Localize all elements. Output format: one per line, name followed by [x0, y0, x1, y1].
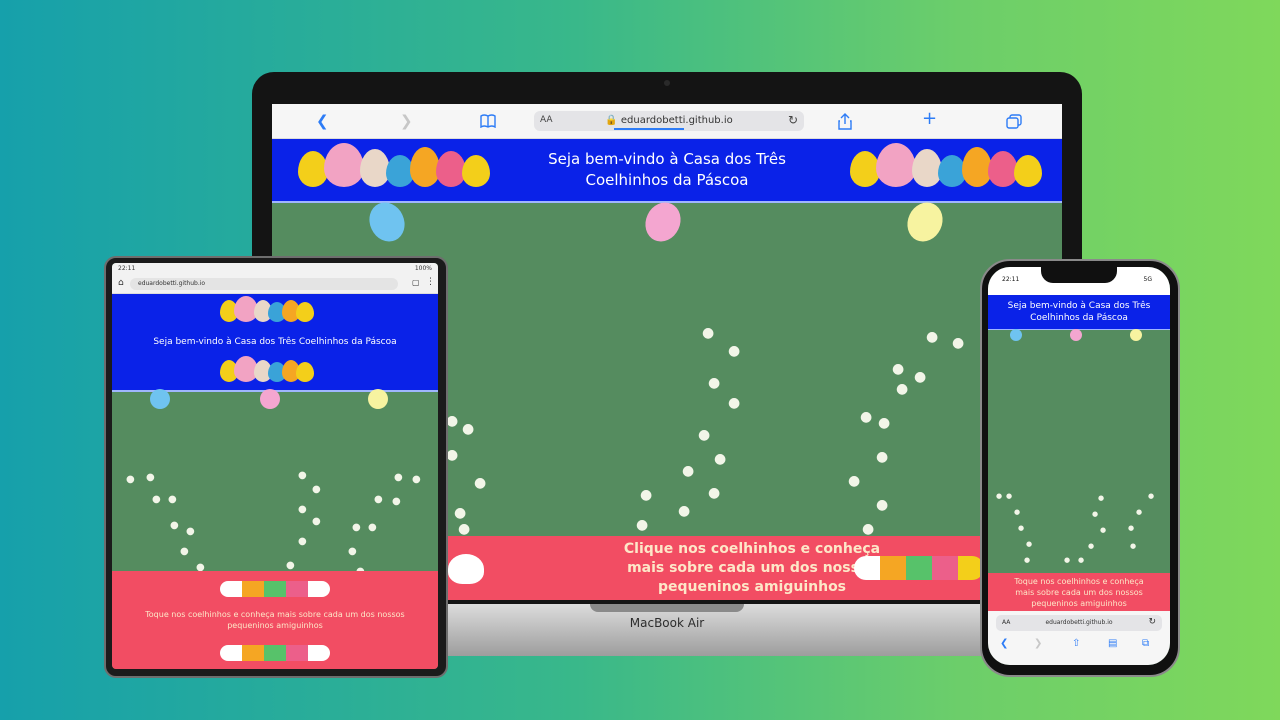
phone-notch: [1041, 267, 1117, 283]
tabs-icon[interactable]: [1006, 114, 1022, 129]
phone-reload-icon[interactable]: ↻: [1148, 617, 1156, 627]
easter-eggs-left: [298, 143, 490, 187]
site-title: Seja bem-vindo à Casa dos Três Coelhinho…: [548, 149, 786, 191]
phone-footer-line2: mais sobre cada um dos nossos: [1015, 587, 1143, 597]
phone-site-header: Seja bem-vindo à Casa dos Três Coelhinho…: [988, 295, 1170, 330]
site-title-line1: Seja bem-vindo à Casa dos Três: [548, 150, 786, 168]
easter-eggs-right: [850, 143, 1042, 187]
phone-bunny-yellow[interactable]: [1130, 329, 1142, 341]
home-icon[interactable]: ⌂: [118, 278, 124, 288]
tablet-address-bar[interactable]: eduardobetti.github.io: [130, 278, 398, 290]
tablet-footer-line1: Toque nos coelhinhos e conheça mais sobr…: [145, 610, 405, 619]
plus-icon[interactable]: +: [922, 110, 937, 128]
bunny-yellow[interactable]: [901, 196, 949, 248]
tablet-footer-line2: pequeninos amiguinhos: [227, 621, 323, 630]
footer-text: Clique nos coelhinhos e conheça mais sob…: [624, 540, 880, 597]
phone-time: 22:11: [1002, 276, 1020, 283]
more-icon[interactable]: ⋮: [426, 277, 435, 287]
tablet-footer-text: Toque nos coelhinhos e conheça mais sobr…: [145, 609, 404, 631]
phone-site-footer: Toque nos coelhinhos e conheça mais sobr…: [988, 573, 1170, 611]
site-footer: Clique nos coelhinhos e conheça mais sob…: [442, 536, 1062, 600]
phone-chevron-left-icon[interactable]: ❮: [1000, 638, 1008, 649]
url-value: eduardobetti.github.io: [620, 115, 733, 126]
phone-footer-text: Toque nos coelhinhos e conheça mais sobr…: [1014, 576, 1143, 609]
phone-chevron-right-icon[interactable]: ❯: [1034, 638, 1042, 649]
reload-icon[interactable]: ↻: [788, 113, 798, 127]
bunny-blue[interactable]: [363, 196, 411, 248]
tablet-site-footer: Toque nos coelhinhos e conheça mais sobr…: [112, 571, 438, 669]
phone-address-bar[interactable]: AA eduardobetti.github.io ↻: [996, 615, 1162, 631]
bunny-pink[interactable]: [639, 196, 687, 248]
tablet-eggs-bottom: [220, 356, 314, 382]
loading-bar: [614, 128, 684, 130]
tablet-status-bar: 22:11 100%: [112, 263, 438, 275]
tablet-url: eduardobetti.github.io: [138, 280, 206, 287]
address-bar[interactable]: AA 🔒 eduardobetti.github.io ↻: [534, 111, 804, 131]
phone-signal: 5G: [1143, 276, 1152, 283]
site-header: Seja bem-vindo à Casa dos Três Coelhinho…: [272, 139, 1062, 203]
site-title-line2: Coelhinhos da Páscoa: [585, 171, 749, 189]
bunny-egg-decoration-right: [854, 556, 984, 580]
phone-bunny-blue[interactable]: [1010, 329, 1022, 341]
tablet-screen: 22:11 100% ⌂ eduardobetti.github.io ▢ ⋮ …: [112, 263, 438, 669]
tablet-site-title: Seja bem-vindo à Casa dos Três Coelhinho…: [153, 337, 397, 347]
tablet-site-header: Seja bem-vindo à Casa dos Três Coelhinho…: [112, 294, 438, 392]
chevron-right-icon[interactable]: ❯: [400, 113, 413, 129]
share-icon[interactable]: [838, 113, 852, 130]
chevron-left-icon[interactable]: ❮: [316, 113, 329, 129]
tablet-footer-decoration-top: [220, 581, 330, 597]
footer-line2: mais sobre cada um dos nossos: [627, 559, 877, 576]
tablet-bunny-yellow[interactable]: [368, 389, 388, 409]
tablet-bunny-blue[interactable]: [150, 389, 170, 409]
tablet-footer-decoration-bottom: [220, 645, 330, 661]
url-text: 🔒 eduardobetti.github.io: [605, 115, 733, 126]
laptop-camera: [664, 80, 670, 86]
phone-share-icon[interactable]: ⇧: [1072, 638, 1080, 649]
phone-tabs-icon[interactable]: ⧉: [1142, 638, 1149, 649]
tablet-toolbar: ⌂ eduardobetti.github.io ▢ ⋮: [112, 275, 438, 294]
tabs-icon[interactable]: ▢: [412, 278, 420, 287]
phone-footer-line3: pequeninos amiguinhos: [1031, 598, 1127, 608]
phone-title-line1: Seja bem-vindo à Casa dos Três: [1007, 301, 1151, 311]
phone-footer-line1: Toque nos coelhinhos e conheça: [1014, 576, 1144, 586]
phone-site-title: Seja bem-vindo à Casa dos Três Coelhinho…: [1008, 300, 1151, 324]
laptop-brand-label: MacBook Air: [629, 616, 705, 630]
footer-line1: Clique nos coelhinhos e conheça: [623, 540, 881, 557]
tablet-battery: 100%: [414, 265, 432, 272]
phone-bunny-pink[interactable]: [1070, 329, 1082, 341]
phone-book-icon[interactable]: ▤: [1108, 638, 1117, 649]
phone-safari-toolbar: AA eduardobetti.github.io ↻ ❮ ❯ ⇧ ▤ ⧉: [988, 611, 1170, 665]
bunny-decoration-left: [448, 554, 484, 584]
phone-url: eduardobetti.github.io: [1045, 619, 1113, 626]
laptop-hinge-notch: [590, 604, 744, 612]
safari-toolbar: ❮ ❯ AA 🔒 eduardobetti.github.io ↻ +: [272, 104, 1062, 139]
phone-screen: 22:11 5G Seja bem-vindo à Casa dos Três …: [988, 267, 1170, 665]
tablet-bunny-pink[interactable]: [260, 389, 280, 409]
footer-line3: pequeninos amiguinhos: [657, 578, 847, 595]
book-icon[interactable]: [480, 114, 496, 128]
tablet-eggs-top: [220, 296, 314, 322]
phone-title-line2: Coelhinhos da Páscoa: [1030, 313, 1128, 323]
tablet-time: 22:11: [118, 265, 136, 272]
